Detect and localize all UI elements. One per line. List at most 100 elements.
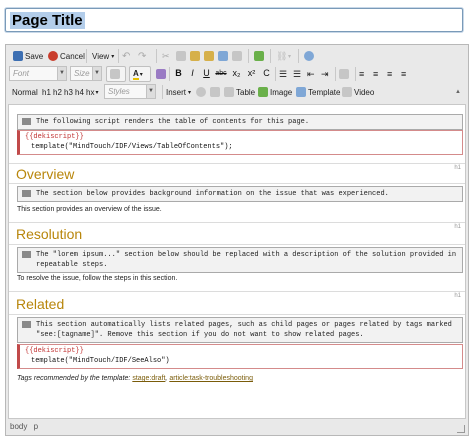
heading-2-button[interactable]: h2 xyxy=(53,84,62,100)
paste-word-icon[interactable] xyxy=(218,48,230,64)
more-headings-button[interactable]: hx ▾ xyxy=(86,84,98,100)
image-icon xyxy=(258,87,268,97)
align-left-icon[interactable]: ≡ xyxy=(359,66,364,82)
section-heading-related[interactable]: Related xyxy=(16,296,64,312)
globe-icon[interactable] xyxy=(304,48,316,64)
comment-marker-icon xyxy=(22,118,31,125)
font-select[interactable]: Font ▼ xyxy=(9,66,67,81)
video-icon xyxy=(342,87,352,97)
tag-separator: , xyxy=(165,375,168,382)
separator xyxy=(355,67,356,81)
blockquote-icon[interactable] xyxy=(339,66,351,82)
bold-button[interactable]: B xyxy=(172,66,185,81)
heading-divider xyxy=(9,291,465,292)
section-heading-overview[interactable]: Overview xyxy=(16,166,74,182)
toolbar-row-1: Save Cancel View ▾ ↶ ↷ ✂ ⛓ ▾ xyxy=(6,48,468,65)
special-char-icon[interactable] xyxy=(196,84,208,100)
insert-label: Insert xyxy=(166,87,187,97)
element-path-body[interactable]: body xyxy=(10,422,27,431)
section-heading-resolution[interactable]: Resolution xyxy=(16,226,82,242)
chevron-down-icon: ▾ xyxy=(95,89,99,96)
text-color-icon: A xyxy=(133,68,139,80)
align-justify-icon[interactable]: ≡ xyxy=(401,66,406,82)
save-button[interactable]: Save xyxy=(9,48,47,64)
dekiscript-block[interactable]: {{dekiscript}} template("MindTouch/IDF/V… xyxy=(17,130,463,155)
heading-divider xyxy=(9,314,465,315)
align-center-icon[interactable]: ≡ xyxy=(373,66,378,82)
size-select[interactable]: Size ▼ xyxy=(70,66,102,81)
superscript-button[interactable]: x² xyxy=(245,66,258,81)
find-icon[interactable] xyxy=(232,48,244,64)
strikethrough-button[interactable]: abc xyxy=(213,66,229,81)
paste-icon[interactable] xyxy=(190,48,202,64)
indent-icon[interactable]: ⇥ xyxy=(321,66,329,82)
more-headings-label: hx xyxy=(86,87,95,97)
view-label: View xyxy=(92,51,110,61)
chevron-down-icon: ▼ xyxy=(57,67,66,80)
comment-block[interactable]: The following script renders the table o… xyxy=(17,114,463,130)
resize-handle-icon[interactable] xyxy=(457,425,465,433)
spellcheck-icon[interactable] xyxy=(254,48,266,64)
comment-block[interactable]: The "lorem ipsum..." section below shoul… xyxy=(17,247,463,273)
copy-icon[interactable] xyxy=(176,48,188,64)
insert-menu-button[interactable]: Insert ▾ xyxy=(166,84,191,100)
heading-1-button[interactable]: h1 xyxy=(42,84,51,100)
toolbar-collapse-icon[interactable]: ▲ xyxy=(455,84,461,100)
subscript-button[interactable]: x₂ xyxy=(230,66,243,81)
editor-content[interactable]: The following script renders the table o… xyxy=(8,104,466,419)
font-style-button[interactable] xyxy=(106,66,126,82)
video-button[interactable]: Video xyxy=(342,84,374,100)
video-label: Video xyxy=(354,87,375,97)
cut-icon[interactable]: ✂ xyxy=(162,48,170,64)
link-icon[interactable]: ⛓ xyxy=(276,48,287,64)
align-right-icon[interactable]: ≡ xyxy=(387,66,392,82)
italic-button[interactable]: I xyxy=(186,66,199,81)
remove-format-icon[interactable] xyxy=(156,66,168,82)
text-color-button[interactable]: A ▾ xyxy=(129,66,151,82)
comment-block[interactable]: This section automatically lists related… xyxy=(17,317,463,343)
page-title-field[interactable]: Page Title xyxy=(5,8,463,32)
view-menu-button[interactable]: View ▾ xyxy=(88,48,118,64)
outdent-icon[interactable]: ⇤ xyxy=(307,66,315,82)
heading-divider xyxy=(9,244,465,245)
element-path-p[interactable]: p xyxy=(34,422,38,431)
size-select-label: Size xyxy=(74,69,90,78)
format-normal-button[interactable]: Normal xyxy=(12,84,38,100)
heading-level-tag: h1 xyxy=(454,293,461,299)
paste-text-icon[interactable] xyxy=(204,48,216,64)
cancel-icon xyxy=(48,51,58,61)
cancel-label: Cancel xyxy=(60,51,85,61)
styles-select-label: Styles xyxy=(108,87,130,96)
separator xyxy=(86,49,87,63)
code-button[interactable]: C xyxy=(260,66,273,81)
tag-link-article-task-troubleshooting[interactable]: article:task-troubleshooting xyxy=(169,375,253,382)
bulleted-list-icon[interactable]: ☰ xyxy=(293,66,301,82)
underline-button[interactable]: U xyxy=(200,66,213,81)
separator xyxy=(169,67,170,81)
paragraph[interactable]: To resolve the issue, follow the steps i… xyxy=(17,275,177,282)
heading-3-button[interactable]: h3 xyxy=(64,84,73,100)
chevron-down-icon[interactable]: ▾ xyxy=(288,48,291,64)
tag-link-stage-draft[interactable]: stage:draft xyxy=(132,375,165,382)
dekiscript-label: {{dekiscript}} xyxy=(25,347,84,355)
recommended-tags: Tags recommended by the template: stage:… xyxy=(17,375,253,382)
comment-text: "see:[tagname]". Remove this section if … xyxy=(36,331,364,339)
page-title-input[interactable]: Page Title xyxy=(10,12,85,29)
numbered-list-icon[interactable]: ☰ xyxy=(279,66,287,82)
dekiscript-label: {{dekiscript}} xyxy=(25,133,84,141)
heading-4-button[interactable]: h4 xyxy=(75,84,84,100)
anchor-icon[interactable] xyxy=(210,84,222,100)
styles-select[interactable]: Styles ▼ xyxy=(104,84,156,99)
template-icon xyxy=(296,87,306,97)
template-button[interactable]: Template xyxy=(296,84,340,100)
redo-icon[interactable]: ↷ xyxy=(138,48,146,64)
paragraph[interactable]: This section provides an overview of the… xyxy=(17,206,162,213)
comment-marker-icon xyxy=(22,190,31,197)
dekiscript-block[interactable]: {{dekiscript}} template("MindTouch/IDF/S… xyxy=(17,344,463,369)
cancel-button[interactable]: Cancel xyxy=(44,48,89,64)
separator xyxy=(298,49,299,63)
undo-icon[interactable]: ↶ xyxy=(122,48,130,64)
table-button[interactable]: Table xyxy=(224,84,255,100)
image-button[interactable]: Image xyxy=(258,84,292,100)
comment-block[interactable]: The section below provides background in… xyxy=(17,186,463,202)
